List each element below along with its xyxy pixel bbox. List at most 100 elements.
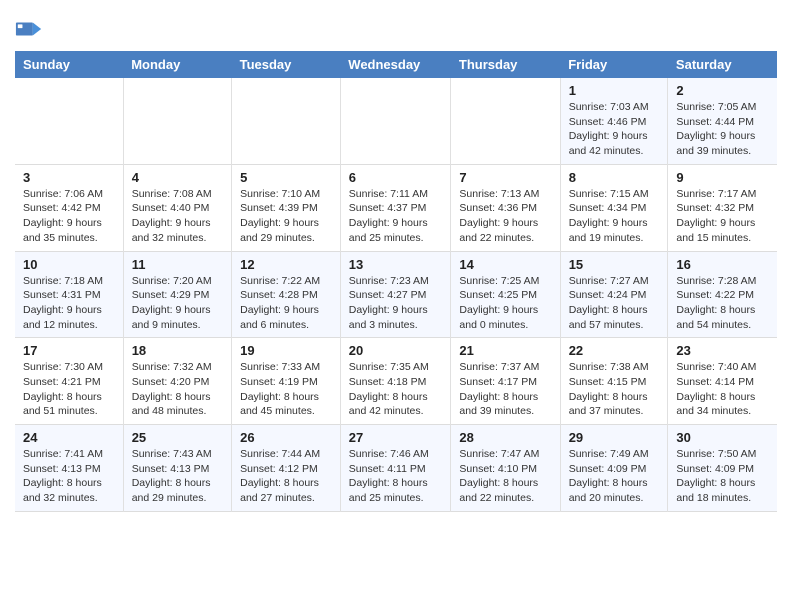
day-number: 14 xyxy=(459,257,551,272)
calendar-body: 1 Sunrise: 7:03 AMSunset: 4:46 PMDaylight… xyxy=(15,78,777,511)
day-number: 17 xyxy=(23,343,115,358)
calendar-cell: 10Sunrise: 7:18 AMSunset: 4:31 PMDayligh… xyxy=(15,251,123,338)
day-info: Sunrise: 7:32 AMSunset: 4:20 PMDaylight:… xyxy=(132,360,223,419)
calendar-table: SundayMondayTuesdayWednesdayThursdayFrid… xyxy=(15,51,777,512)
day-number: 20 xyxy=(349,343,443,358)
day-info: Sunrise: 7:05 AMSunset: 4:44 PMDaylight:… xyxy=(676,100,769,159)
day-info: Sunrise: 7:47 AMSunset: 4:10 PMDaylight:… xyxy=(459,447,551,506)
calendar-cell: 23 Sunrise: 7:40 AMSunset: 4:14 PMDayligh… xyxy=(668,338,777,425)
day-number: 2 xyxy=(676,83,769,98)
day-number: 19 xyxy=(240,343,332,358)
day-info: Sunrise: 7:50 AMSunset: 4:09 PMDaylight:… xyxy=(676,447,769,506)
weekday-header-monday: Monday xyxy=(123,51,231,78)
week-row-5: 24 Sunrise: 7:41 AMSunset: 4:13 PMDayligh… xyxy=(15,425,777,512)
calendar-cell: 22 Sunrise: 7:38 AMSunset: 4:15 PMDayligh… xyxy=(560,338,668,425)
calendar-cell: 11 Sunrise: 7:20 AMSunset: 4:29 PMDayligh… xyxy=(123,251,231,338)
day-info: Sunrise: 7:43 AMSunset: 4:13 PMDaylight:… xyxy=(132,447,223,506)
calendar-cell xyxy=(340,78,451,164)
calendar-header: SundayMondayTuesdayWednesdayThursdayFrid… xyxy=(15,51,777,78)
day-info: Sunrise: 7:30 AMSunset: 4:21 PMDaylight:… xyxy=(23,360,115,419)
calendar-cell: 16 Sunrise: 7:28 AMSunset: 4:22 PMDayligh… xyxy=(668,251,777,338)
header xyxy=(15,10,777,43)
weekday-header-saturday: Saturday xyxy=(668,51,777,78)
day-number: 24 xyxy=(23,430,115,445)
day-info: Sunrise: 7:17 AMSunset: 4:32 PMDaylight:… xyxy=(676,187,769,246)
calendar-cell: 29 Sunrise: 7:49 AMSunset: 4:09 PMDayligh… xyxy=(560,425,668,512)
day-info: Sunrise: 7:33 AMSunset: 4:19 PMDaylight:… xyxy=(240,360,332,419)
day-info: Sunrise: 7:13 AMSunset: 4:36 PMDaylight:… xyxy=(459,187,551,246)
day-info: Sunrise: 7:28 AMSunset: 4:22 PMDaylight:… xyxy=(676,274,769,333)
day-number: 16 xyxy=(676,257,769,272)
calendar-cell xyxy=(451,78,560,164)
day-number: 1 xyxy=(569,83,660,98)
calendar-cell: 13Sunrise: 7:23 AMSunset: 4:27 PMDayligh… xyxy=(340,251,451,338)
calendar-cell: 28 Sunrise: 7:47 AMSunset: 4:10 PMDayligh… xyxy=(451,425,560,512)
calendar-cell: 15 Sunrise: 7:27 AMSunset: 4:24 PMDayligh… xyxy=(560,251,668,338)
weekday-header-row: SundayMondayTuesdayWednesdayThursdayFrid… xyxy=(15,51,777,78)
day-number: 15 xyxy=(569,257,660,272)
week-row-3: 10Sunrise: 7:18 AMSunset: 4:31 PMDayligh… xyxy=(15,251,777,338)
day-info: Sunrise: 7:41 AMSunset: 4:13 PMDaylight:… xyxy=(23,447,115,506)
day-info: Sunrise: 7:35 AMSunset: 4:18 PMDaylight:… xyxy=(349,360,443,419)
week-row-1: 1 Sunrise: 7:03 AMSunset: 4:46 PMDaylight… xyxy=(15,78,777,164)
calendar-cell: 5 Sunrise: 7:10 AMSunset: 4:39 PMDaylight… xyxy=(232,164,341,251)
calendar-cell: 25 Sunrise: 7:43 AMSunset: 4:13 PMDayligh… xyxy=(123,425,231,512)
day-number: 18 xyxy=(132,343,223,358)
calendar-cell: 19 Sunrise: 7:33 AMSunset: 4:19 PMDayligh… xyxy=(232,338,341,425)
day-number: 25 xyxy=(132,430,223,445)
day-info: Sunrise: 7:18 AMSunset: 4:31 PMDaylight:… xyxy=(23,274,115,333)
day-info: Sunrise: 7:27 AMSunset: 4:24 PMDaylight:… xyxy=(569,274,660,333)
day-number: 27 xyxy=(349,430,443,445)
weekday-header-thursday: Thursday xyxy=(451,51,560,78)
day-info: Sunrise: 7:23 AMSunset: 4:27 PMDaylight:… xyxy=(349,274,443,333)
day-info: Sunrise: 7:40 AMSunset: 4:14 PMDaylight:… xyxy=(676,360,769,419)
day-info: Sunrise: 7:08 AMSunset: 4:40 PMDaylight:… xyxy=(132,187,223,246)
day-info: Sunrise: 7:20 AMSunset: 4:29 PMDaylight:… xyxy=(132,274,223,333)
calendar-cell: 20 Sunrise: 7:35 AMSunset: 4:18 PMDayligh… xyxy=(340,338,451,425)
calendar-cell: 12 Sunrise: 7:22 AMSunset: 4:28 PMDayligh… xyxy=(232,251,341,338)
day-number: 21 xyxy=(459,343,551,358)
calendar-cell xyxy=(15,78,123,164)
week-row-4: 17 Sunrise: 7:30 AMSunset: 4:21 PMDayligh… xyxy=(15,338,777,425)
day-number: 28 xyxy=(459,430,551,445)
day-number: 8 xyxy=(569,170,660,185)
day-info: Sunrise: 7:37 AMSunset: 4:17 PMDaylight:… xyxy=(459,360,551,419)
calendar-cell: 1 Sunrise: 7:03 AMSunset: 4:46 PMDaylight… xyxy=(560,78,668,164)
calendar-cell: 2 Sunrise: 7:05 AMSunset: 4:44 PMDaylight… xyxy=(668,78,777,164)
day-number: 5 xyxy=(240,170,332,185)
weekday-header-friday: Friday xyxy=(560,51,668,78)
calendar-cell: 14Sunrise: 7:25 AMSunset: 4:25 PMDayligh… xyxy=(451,251,560,338)
day-info: Sunrise: 7:06 AMSunset: 4:42 PMDaylight:… xyxy=(23,187,115,246)
day-number: 4 xyxy=(132,170,223,185)
weekday-header-wednesday: Wednesday xyxy=(340,51,451,78)
day-number: 11 xyxy=(132,257,223,272)
day-number: 12 xyxy=(240,257,332,272)
day-info: Sunrise: 7:44 AMSunset: 4:12 PMDaylight:… xyxy=(240,447,332,506)
day-info: Sunrise: 7:10 AMSunset: 4:39 PMDaylight:… xyxy=(240,187,332,246)
calendar-cell: 8 Sunrise: 7:15 AMSunset: 4:34 PMDaylight… xyxy=(560,164,668,251)
calendar-cell: 6Sunrise: 7:11 AMSunset: 4:37 PMDaylight… xyxy=(340,164,451,251)
day-number: 23 xyxy=(676,343,769,358)
day-info: Sunrise: 7:03 AMSunset: 4:46 PMDaylight:… xyxy=(569,100,660,159)
calendar-cell: 27 Sunrise: 7:46 AMSunset: 4:11 PMDayligh… xyxy=(340,425,451,512)
day-number: 9 xyxy=(676,170,769,185)
day-info: Sunrise: 7:38 AMSunset: 4:15 PMDaylight:… xyxy=(569,360,660,419)
calendar-cell: 3Sunrise: 7:06 AMSunset: 4:42 PMDaylight… xyxy=(15,164,123,251)
calendar-cell xyxy=(232,78,341,164)
calendar-cell: 26Sunrise: 7:44 AMSunset: 4:12 PMDayligh… xyxy=(232,425,341,512)
day-info: Sunrise: 7:22 AMSunset: 4:28 PMDaylight:… xyxy=(240,274,332,333)
day-number: 29 xyxy=(569,430,660,445)
day-info: Sunrise: 7:49 AMSunset: 4:09 PMDaylight:… xyxy=(569,447,660,506)
day-number: 30 xyxy=(676,430,769,445)
week-row-2: 3Sunrise: 7:06 AMSunset: 4:42 PMDaylight… xyxy=(15,164,777,251)
calendar-cell: 21 Sunrise: 7:37 AMSunset: 4:17 PMDayligh… xyxy=(451,338,560,425)
day-info: Sunrise: 7:46 AMSunset: 4:11 PMDaylight:… xyxy=(349,447,443,506)
logo-icon xyxy=(15,15,43,43)
calendar-cell: 24 Sunrise: 7:41 AMSunset: 4:13 PMDayligh… xyxy=(15,425,123,512)
calendar-cell: 9 Sunrise: 7:17 AMSunset: 4:32 PMDaylight… xyxy=(668,164,777,251)
day-info: Sunrise: 7:15 AMSunset: 4:34 PMDaylight:… xyxy=(569,187,660,246)
calendar-cell xyxy=(123,78,231,164)
day-number: 7 xyxy=(459,170,551,185)
day-number: 6 xyxy=(349,170,443,185)
day-number: 22 xyxy=(569,343,660,358)
